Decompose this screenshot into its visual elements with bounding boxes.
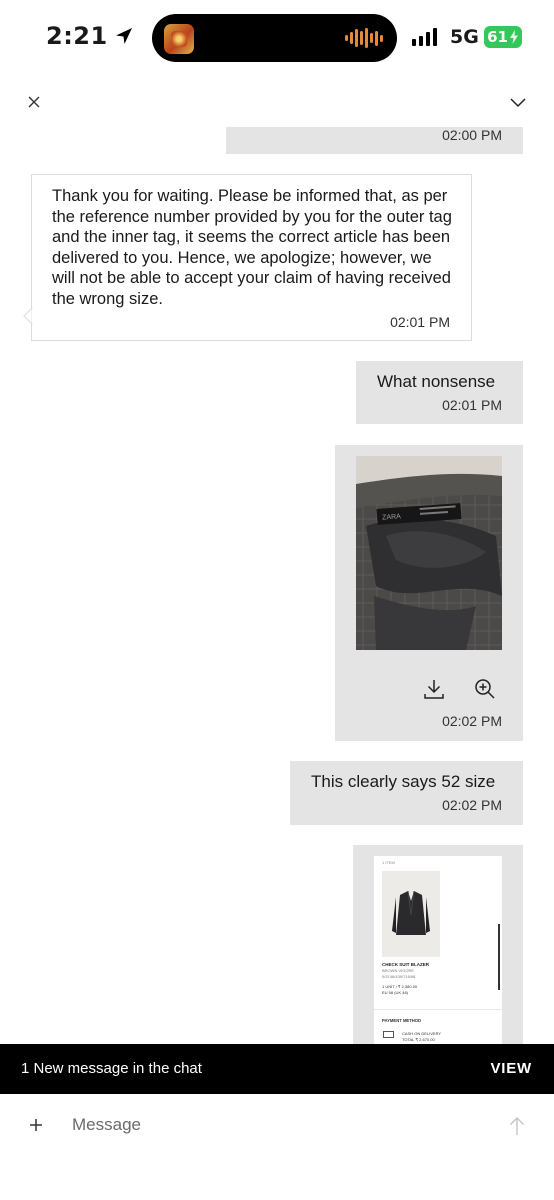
chevron-down-icon[interactable] bbox=[507, 92, 529, 112]
new-message-banner[interactable]: 1 New message in the chat VIEW bbox=[0, 1044, 554, 1094]
close-icon[interactable] bbox=[24, 92, 44, 112]
receipt-product-name: CHECK SUIT BLAZER bbox=[382, 962, 429, 967]
now-playing-app-icon bbox=[164, 24, 194, 54]
audio-waveform-icon bbox=[345, 28, 383, 48]
receipt-total: TOTAL ₹ 2,670.00 bbox=[402, 1037, 435, 1042]
location-arrow-icon bbox=[115, 28, 132, 44]
message-bubble-incoming: Thank you for waiting. Please be informe… bbox=[31, 174, 472, 341]
message-time: 02:01 PM bbox=[390, 314, 450, 330]
receipt-size: EU 58 (UK 48) bbox=[382, 990, 409, 995]
message-time: 02:02 PM bbox=[442, 797, 502, 813]
receipt-payment-heading: PAYMENT METHOD bbox=[382, 1018, 422, 1023]
dynamic-island bbox=[152, 14, 397, 62]
message-bubble-outgoing: 02:00 PM bbox=[226, 127, 523, 154]
message-bubble-outgoing: This clearly says 52 size 02:02 PM bbox=[290, 761, 523, 825]
message-text: What nonsense bbox=[377, 372, 496, 391]
battery-level: 61 bbox=[487, 28, 508, 46]
image-message-bubble: 1 ITEM CHECK SUIT BLAZER BROWN VIGORE 0/… bbox=[353, 845, 523, 1052]
charging-bolt-icon bbox=[509, 30, 518, 44]
image-message-bubble: ZARA 02:02 PM bbox=[335, 445, 523, 741]
order-receipt-screenshot[interactable]: 1 ITEM CHECK SUIT BLAZER BROWN VIGORE 0/… bbox=[374, 856, 502, 1052]
message-bubble-outgoing: What nonsense 02:01 PM bbox=[356, 361, 523, 424]
photo-content: ZARA bbox=[356, 456, 502, 650]
send-arrow-icon[interactable] bbox=[508, 1116, 526, 1136]
receipt-item-count: 1 ITEM bbox=[382, 860, 395, 865]
time-text: 2:21 bbox=[46, 22, 108, 50]
zoom-in-icon[interactable] bbox=[473, 677, 497, 701]
message-time: 02:01 PM bbox=[442, 397, 502, 413]
receipt-ref: 0/3746/439/716/98 bbox=[382, 974, 416, 979]
garment-tag-photo[interactable]: ZARA bbox=[356, 456, 502, 650]
battery-indicator: 61 bbox=[484, 26, 522, 48]
receipt-payment-method: CASH ON DELIVERY bbox=[402, 1031, 442, 1036]
svg-text:ZARA: ZARA bbox=[382, 513, 401, 521]
receipt-scrollbar bbox=[498, 924, 500, 990]
status-time: 2:21 bbox=[46, 22, 134, 50]
message-input[interactable] bbox=[72, 1108, 482, 1142]
new-message-text: 1 New message in the chat bbox=[21, 1060, 202, 1077]
blazer-graphic bbox=[392, 890, 430, 935]
message-time: 02:02 PM bbox=[442, 713, 502, 729]
message-text: This clearly says 52 size bbox=[311, 772, 496, 791]
message-time: 02:00 PM bbox=[442, 127, 502, 143]
network-type: 5G bbox=[450, 26, 479, 48]
receipt-units-price: 1 UNIT / ₹ 2,380.00 bbox=[382, 984, 418, 989]
download-icon[interactable] bbox=[422, 677, 446, 701]
status-bar: 2:21 5G 61 bbox=[0, 0, 554, 76]
view-button[interactable]: VIEW bbox=[490, 1060, 532, 1077]
blazer-product-image bbox=[382, 871, 440, 957]
receipt-color: BROWN VIGORE bbox=[382, 968, 415, 973]
plus-icon[interactable] bbox=[26, 1115, 46, 1135]
bubble-tail bbox=[23, 308, 37, 324]
receipt-divider bbox=[374, 1009, 502, 1010]
cellular-signal-icon bbox=[412, 28, 437, 46]
payment-card-icon bbox=[383, 1031, 394, 1038]
message-text: Thank you for waiting. Please be informe… bbox=[52, 187, 452, 308]
